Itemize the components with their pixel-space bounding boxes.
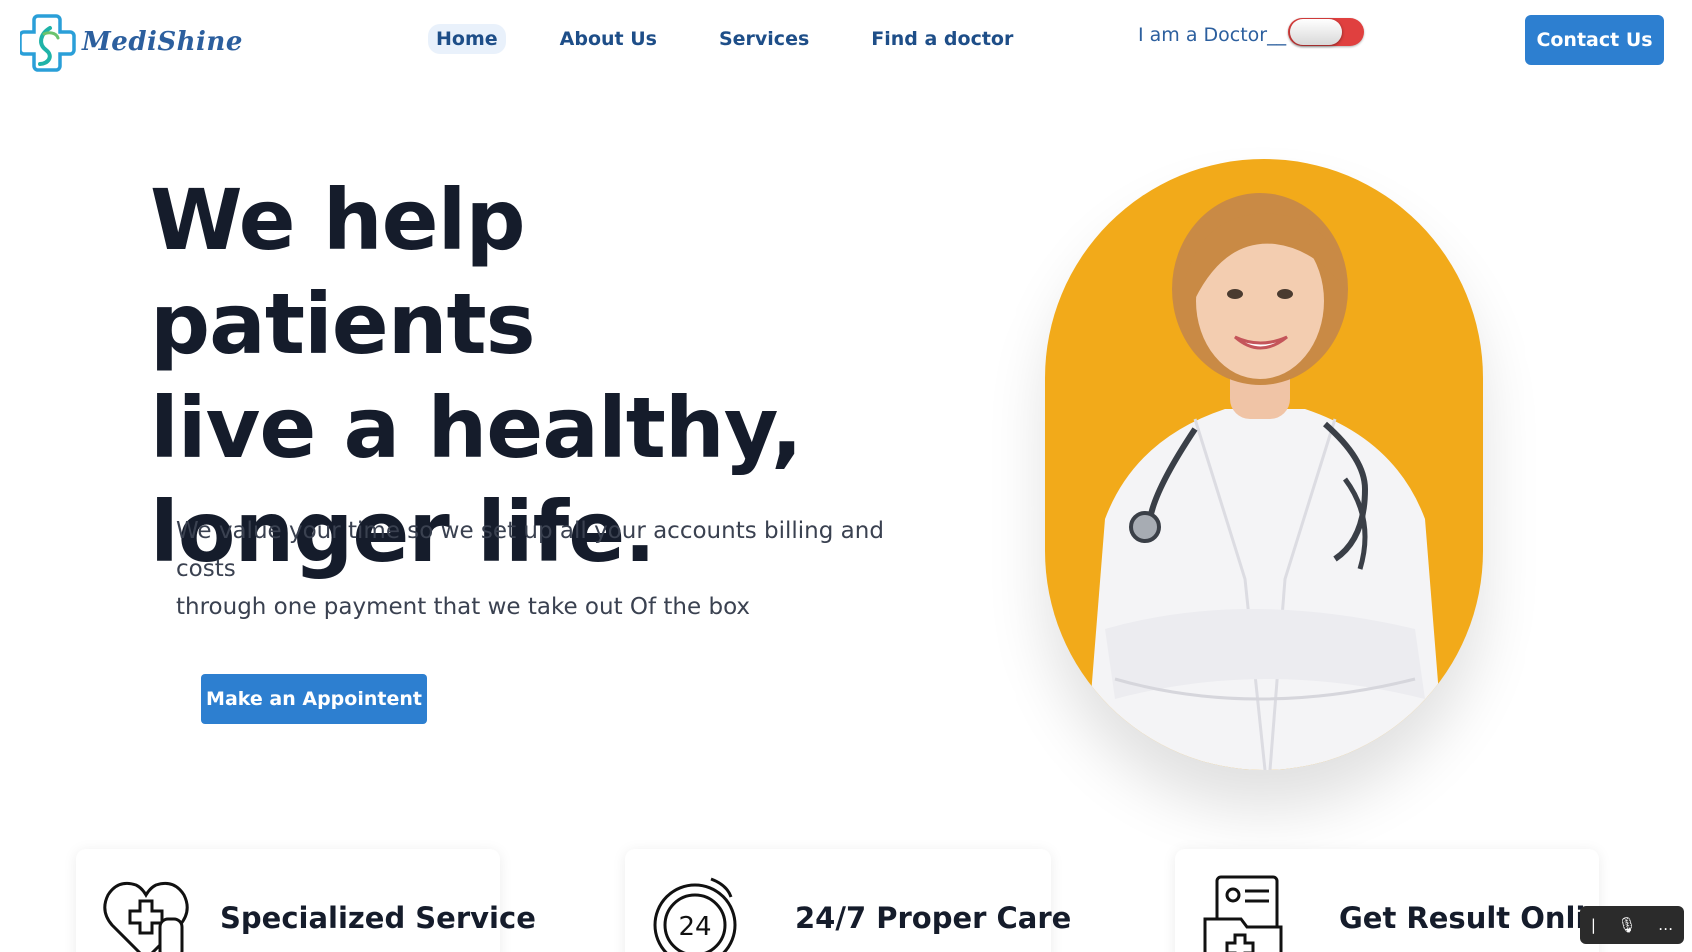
toggle-knob — [1290, 19, 1343, 45]
doctor-photo — [1045, 159, 1483, 770]
floating-toolbar: | 🎙 … — [1580, 906, 1684, 944]
feature-title: Specialized Service — [220, 901, 536, 935]
medical-cross-logo-icon — [20, 14, 76, 72]
doctor-illustration — [1085, 193, 1445, 770]
feature-title: 24/7 Proper Care — [795, 901, 1072, 935]
heart-medical-icon — [103, 881, 189, 952]
brand-logo[interactable]: MediShine — [20, 12, 243, 72]
site-header: MediShine Home About Us Services Find a … — [0, 0, 1692, 82]
hero-title-line-2: live a healthy, — [150, 379, 803, 477]
make-appointment-button[interactable]: Make an Appointent — [201, 674, 427, 724]
doctor-toggle-label: I am a Doctor__ — [1138, 24, 1287, 46]
brand-name: MediShine — [82, 27, 243, 57]
nav-item-services[interactable]: Services — [711, 24, 817, 54]
nav-item-about-us[interactable]: About Us — [552, 24, 665, 54]
feature-card-get-result-online[interactable]: Get Result Online — [1175, 849, 1626, 952]
hero-title-line-1: We help patients — [150, 171, 536, 373]
doctor-mode-toggle[interactable] — [1288, 18, 1365, 46]
doctor-mode-toggle-group: I am a Doctor__ — [1138, 18, 1365, 46]
nav-item-home[interactable]: Home — [428, 24, 506, 54]
microphone-icon[interactable]: 🎙 — [1618, 916, 1637, 934]
more-options-icon[interactable]: … — [1658, 916, 1673, 934]
contact-us-button[interactable]: Contact Us — [1525, 15, 1664, 65]
feature-card-proper-care[interactable]: 24 24/7 Proper Care — [625, 849, 1071, 952]
clock-24-icon: 24 — [653, 877, 737, 952]
nav-item-find-a-doctor[interactable]: Find a doctor — [863, 24, 1021, 54]
hero-subtitle: We value your time so we set up all your… — [176, 512, 936, 626]
svg-text:24: 24 — [678, 912, 711, 942]
text-cursor-icon[interactable]: | — [1591, 916, 1596, 934]
feature-card-specialized-service[interactable]: Specialized Service — [76, 849, 536, 952]
medical-report-icon — [1203, 875, 1283, 952]
main-nav: Home About Us Services Find a doctor — [428, 24, 1021, 54]
hero-subtitle-line-1: We value your time so we set up all your… — [176, 518, 884, 582]
hero-subtitle-line-2: through one payment that we take out Of … — [176, 594, 751, 620]
